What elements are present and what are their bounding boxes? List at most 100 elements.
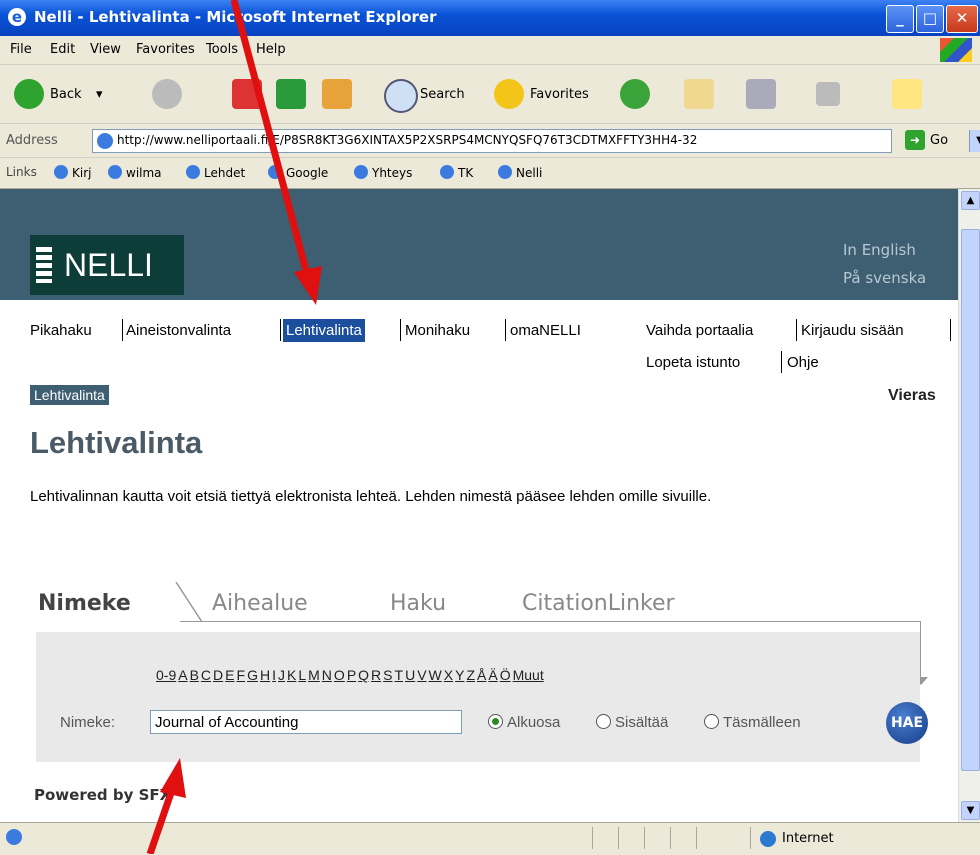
- back-label[interactable]: Back: [50, 87, 82, 102]
- menu-edit[interactable]: Edit: [50, 42, 75, 57]
- nav-pikahaku[interactable]: Pikahaku: [30, 322, 92, 339]
- go-button[interactable]: Go: [930, 133, 948, 148]
- radio-icon[interactable]: [596, 714, 611, 729]
- refresh-icon[interactable]: [276, 79, 306, 109]
- alpha-link-u[interactable]: U: [405, 667, 415, 683]
- title-search-input[interactable]: [150, 710, 462, 734]
- alpha-link-g[interactable]: G: [247, 667, 258, 683]
- radio-icon[interactable]: [704, 714, 719, 729]
- alpha-link-k[interactable]: K: [287, 667, 296, 683]
- nav-omanelli[interactable]: omaNELLI: [510, 322, 581, 339]
- edit-icon[interactable]: [816, 82, 840, 106]
- stop-icon[interactable]: [232, 79, 262, 109]
- nav-kirjaudu-sisaan[interactable]: Kirjaudu sisään: [801, 322, 904, 339]
- alpha-link-t[interactable]: T: [395, 667, 404, 683]
- nav-monihaku[interactable]: Monihaku: [405, 322, 470, 339]
- alpha-link-d[interactable]: D: [213, 667, 223, 683]
- address-url[interactable]: http://www.nelliportaali.fi/E/P8SR8KT3G6…: [117, 133, 869, 147]
- alpha-link-s[interactable]: S: [383, 667, 392, 683]
- forward-icon[interactable]: [152, 79, 182, 109]
- maximize-button[interactable]: □: [916, 5, 944, 33]
- alpha-link-l[interactable]: L: [298, 667, 306, 683]
- alpha-link-r[interactable]: R: [371, 667, 381, 683]
- radio-alkuosa[interactable]: Alkuosa: [488, 714, 560, 731]
- search-button[interactable]: HAE: [886, 702, 928, 744]
- history-icon[interactable]: [620, 79, 650, 109]
- address-dropdown-icon[interactable]: ▼: [969, 130, 980, 152]
- scroll-thumb[interactable]: [961, 229, 980, 771]
- alpha-link-j[interactable]: J: [278, 667, 285, 683]
- alpha-link-muut[interactable]: Muut: [513, 667, 544, 683]
- go-icon[interactable]: ➜: [905, 130, 925, 150]
- home-icon[interactable]: [322, 79, 352, 109]
- mail-icon[interactable]: [684, 79, 714, 109]
- notes-icon[interactable]: [892, 79, 922, 109]
- alpha-link-f[interactable]: F: [237, 667, 246, 683]
- link-wilma[interactable]: wilma: [108, 165, 162, 180]
- vertical-scrollbar[interactable]: ▲ ▼: [958, 189, 980, 822]
- menu-view[interactable]: View: [90, 42, 121, 57]
- status-divider: [644, 827, 645, 849]
- alpha-link-y[interactable]: Y: [455, 667, 464, 683]
- alpha-link-p[interactable]: P: [347, 667, 356, 683]
- tab-haku[interactable]: Haku: [390, 591, 446, 616]
- link-tk[interactable]: TK: [440, 165, 473, 180]
- favorites-label[interactable]: Favorites: [530, 87, 589, 102]
- back-icon[interactable]: [14, 79, 44, 109]
- search-icon[interactable]: [384, 79, 418, 113]
- link-kirj[interactable]: Kirj: [54, 165, 91, 180]
- nav-lopeta-istunto[interactable]: Lopeta istunto: [646, 354, 740, 371]
- alpha-link-z[interactable]: Z: [466, 667, 475, 683]
- tab-divider: [175, 582, 203, 623]
- radio-tasmalleen[interactable]: Täsmälleen: [704, 714, 801, 731]
- alpha-link-i[interactable]: I: [272, 667, 276, 683]
- alpha-link-w[interactable]: W: [429, 667, 442, 683]
- tab-nimeke[interactable]: Nimeke: [38, 591, 131, 616]
- minimize-button[interactable]: _: [886, 5, 914, 33]
- nav-aineistonvalinta[interactable]: Aineistonvalinta: [126, 322, 231, 339]
- scroll-down-icon[interactable]: ▼: [961, 801, 980, 820]
- alpha-link-e[interactable]: E: [225, 667, 234, 683]
- alpha-link-m[interactable]: M: [308, 667, 320, 683]
- alpha-link-å[interactable]: Å: [477, 667, 486, 683]
- lang-english-link[interactable]: In English: [843, 241, 916, 259]
- alpha-link-o[interactable]: O: [334, 667, 345, 683]
- close-button[interactable]: ✕: [946, 5, 978, 33]
- link-lehdet[interactable]: Lehdet: [186, 165, 245, 180]
- link-nelli[interactable]: Nelli: [498, 165, 542, 180]
- alpha-link-q[interactable]: Q: [358, 667, 369, 683]
- menu-tools[interactable]: Tools: [206, 42, 238, 57]
- lang-swedish-link[interactable]: På svenska: [843, 269, 926, 287]
- alpha-link-v[interactable]: V: [417, 667, 426, 683]
- alpha-link-c[interactable]: C: [201, 667, 211, 683]
- status-divider: [618, 827, 619, 849]
- nav-ohje[interactable]: Ohje: [787, 354, 819, 371]
- back-dropdown-icon[interactable]: ▾: [96, 87, 103, 102]
- alpha-link-x[interactable]: X: [444, 667, 453, 683]
- menu-file[interactable]: File: [10, 42, 32, 57]
- link-yhteys[interactable]: Yhteys: [354, 165, 412, 180]
- alpha-link-b[interactable]: B: [190, 667, 199, 683]
- nav-vaihda-portaalia[interactable]: Vaihda portaalia: [646, 322, 753, 339]
- nelli-logo[interactable]: NELLI: [30, 235, 184, 295]
- radio-selected-icon[interactable]: [488, 714, 503, 729]
- address-field[interactable]: http://www.nelliportaali.fi/E/P8SR8KT3G6…: [92, 129, 980, 153]
- tab-citationlinker[interactable]: CitationLinker: [522, 591, 675, 616]
- radio-sisaltaa[interactable]: Sisältää: [596, 714, 668, 731]
- alpha-link-h[interactable]: H: [260, 667, 270, 683]
- search-label[interactable]: Search: [420, 87, 465, 102]
- link-google[interactable]: Google: [268, 165, 328, 180]
- alpha-link-a[interactable]: A: [178, 667, 187, 683]
- print-icon[interactable]: [746, 79, 776, 109]
- nav-lehtivalinta[interactable]: Lehtivalinta: [283, 319, 365, 342]
- tab-aihealue[interactable]: Aihealue: [212, 591, 308, 616]
- favorites-icon[interactable]: [494, 79, 524, 109]
- scroll-up-icon[interactable]: ▲: [961, 191, 980, 210]
- alpha-link-ä[interactable]: Ä: [488, 667, 497, 683]
- menu-favorites[interactable]: Favorites: [136, 42, 195, 57]
- alpha-link-0-9[interactable]: 0-9: [156, 667, 176, 683]
- powered-by: Powered by SFX: [34, 786, 172, 804]
- menu-help[interactable]: Help: [256, 42, 286, 57]
- alpha-link-n[interactable]: N: [322, 667, 332, 683]
- alpha-link-ö[interactable]: Ö: [500, 667, 511, 683]
